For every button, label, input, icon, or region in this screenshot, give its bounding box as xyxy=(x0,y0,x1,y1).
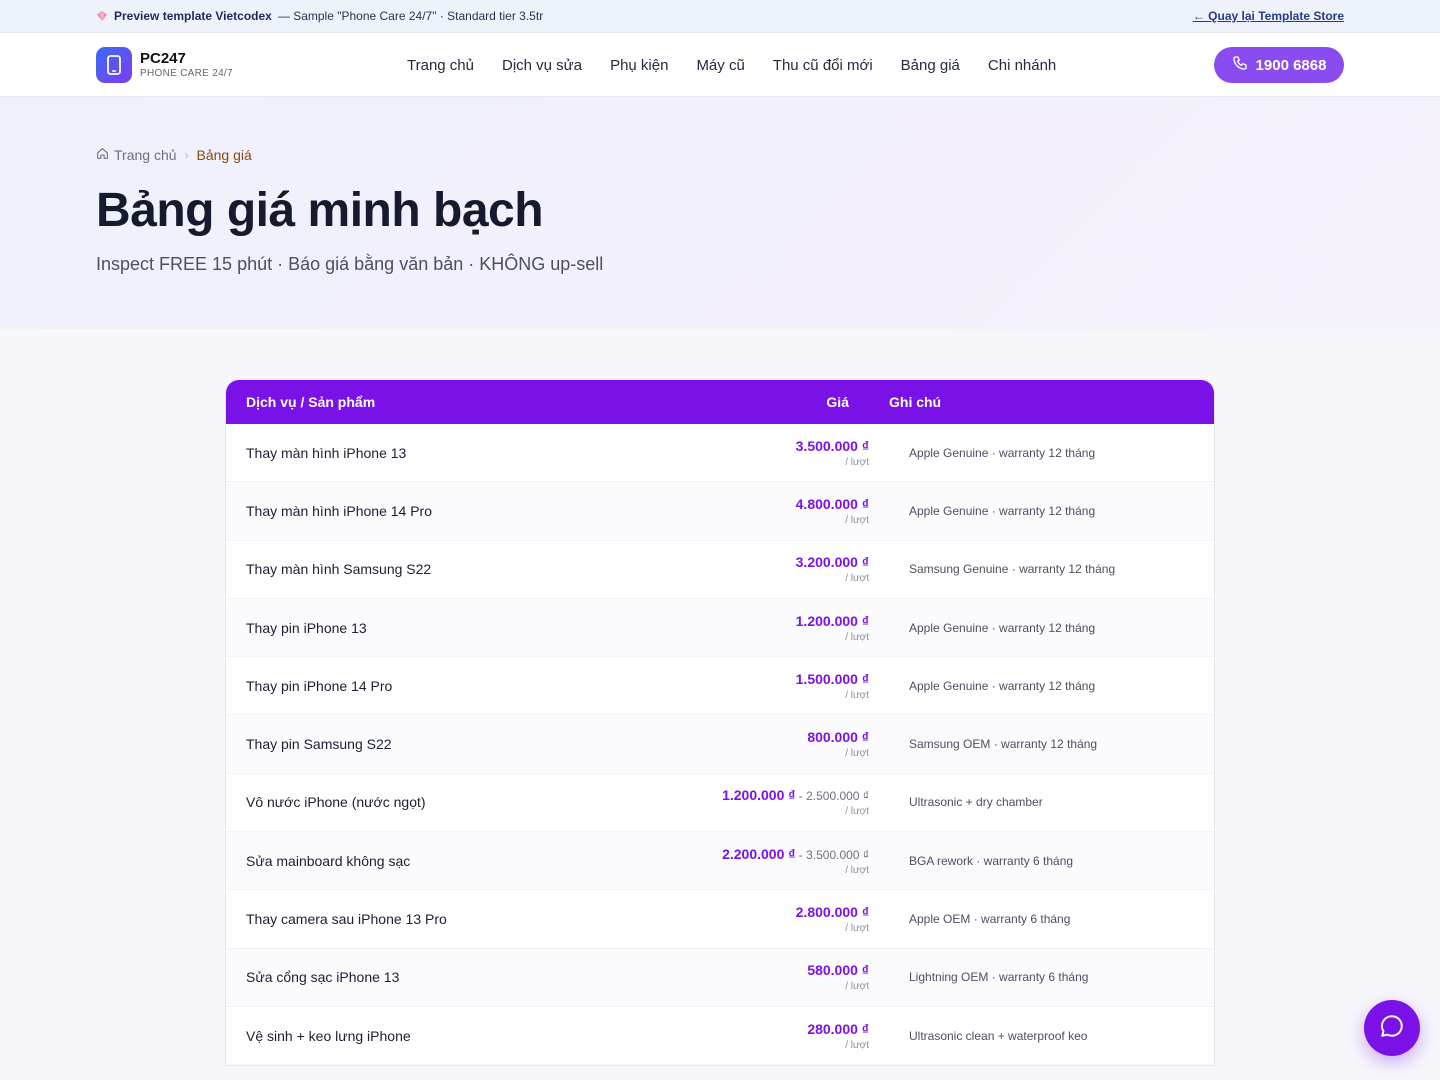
table-row: Sửa cổng sạc iPhone 13 580.000 ₫ / lượt L… xyxy=(226,948,1214,1007)
nav-menu: Trang chủ Dịch vụ sửa Phụ kiện Máy cũ Th… xyxy=(407,33,1056,97)
chat-bubble-icon xyxy=(1379,1013,1405,1044)
phone-number: 1900 6868 xyxy=(1255,56,1327,74)
header-price: Giá xyxy=(826,394,849,410)
row-note: Lightning OEM · warranty 6 tháng xyxy=(909,970,1089,985)
row-note: Apple OEM · warranty 6 tháng xyxy=(909,912,1071,927)
phone-icon xyxy=(1232,55,1248,75)
table-row: Sửa mainboard không sạc 2.200.000 ₫ - 3.… xyxy=(226,832,1214,891)
nav-item-used-phones[interactable]: Máy cũ xyxy=(696,57,744,74)
call-phone-button[interactable]: 1900 6868 xyxy=(1214,47,1344,83)
table-row: Thay màn hình Samsung S22 3.200.000 ₫ / l… xyxy=(226,541,1214,599)
row-service: Thay pin iPhone 14 Pro xyxy=(246,677,393,694)
breadcrumb-current: Bảng giá xyxy=(196,147,252,163)
brand-logo[interactable]: PC247 PHONE CARE 24/7 xyxy=(96,46,396,83)
nav-item-accessories[interactable]: Phụ kiện xyxy=(610,57,668,74)
preview-info: Preview template Vietcodex — Sample "Pho… xyxy=(96,9,543,23)
hero-section: Trang chủ › Bảng giá Bảng giá minh bạch … xyxy=(0,97,1440,329)
header-note: Ghi chú xyxy=(889,394,942,410)
table-row: Vô nước iPhone (nước ngọt) 1.200.000 ₫ -… xyxy=(226,774,1214,833)
row-note: BGA rework · warranty 6 tháng xyxy=(909,853,1074,868)
brand-name: PC247 xyxy=(140,49,186,67)
back-to-store-link[interactable]: ← Quay lại Template Store xyxy=(1193,9,1344,23)
row-note: Ultrasonic + dry chamber xyxy=(909,795,1043,810)
preview-topbar: Preview template Vietcodex — Sample "Pho… xyxy=(0,0,1440,33)
table-row: Thay pin iPhone 13 1.200.000 ₫ / lượt App… xyxy=(226,598,1214,658)
row-note: Apple Genuine · warranty 12 tháng xyxy=(909,503,1096,518)
nav-item-trade-in[interactable]: Thu cũ đổi mới xyxy=(773,57,873,74)
table-row: Vệ sinh + keo lưng iPhone 280.000 ₫ / lượ… xyxy=(226,1007,1214,1066)
page-title: Bảng giá minh bạch xyxy=(96,184,544,237)
row-service: Thay pin Samsung S22 xyxy=(246,736,392,753)
row-note: Samsung Genuine · warranty 12 tháng xyxy=(909,562,1116,577)
row-note: Ultrasonic clean + waterproof keo xyxy=(909,1028,1088,1043)
table-row: Thay màn hình iPhone 13 3.500.000 ₫ / lượ… xyxy=(226,424,1214,483)
row-service: Sửa mainboard không sạc xyxy=(246,852,411,869)
page-subtitle: Inspect FREE 15 phút · Báo giá bằng văn … xyxy=(96,254,604,274)
breadcrumb: Trang chủ › Bảng giá xyxy=(96,147,1344,163)
nav-item-pricing[interactable]: Bảng giá xyxy=(901,57,960,74)
chat-button[interactable] xyxy=(1364,1000,1420,1056)
row-service: Thay màn hình iPhone 13 xyxy=(246,444,407,461)
main-nav: PC247 PHONE CARE 24/7 Trang chủ Dịch vụ … xyxy=(0,33,1440,97)
price-table: Dịch vụ / Sản phẩm Giá Ghi chú Thay màn … xyxy=(225,379,1215,1067)
preview-label: Preview template Vietcodex xyxy=(114,9,272,23)
row-note: Samsung OEM · warranty 12 tháng xyxy=(909,737,1098,752)
row-note: Apple Genuine · warranty 12 tháng xyxy=(909,445,1096,460)
table-row: Thay màn hình iPhone 14 Pro 4.800.000 ₫ /… xyxy=(226,482,1214,541)
preview-desc: — Sample "Phone Care 24/7" · Standard ti… xyxy=(277,9,544,23)
breadcrumb-home-label: Trang chủ xyxy=(114,147,177,163)
gem-icon xyxy=(96,10,108,22)
row-note: Apple Genuine · warranty 12 tháng xyxy=(909,620,1096,635)
row-service: Sửa cổng sạc iPhone 13 xyxy=(246,969,400,986)
row-service: Vệ sinh + keo lưng iPhone xyxy=(246,1027,411,1044)
row-service: Thay màn hình Samsung S22 xyxy=(246,561,432,578)
phone-logo-icon xyxy=(96,46,132,83)
row-note: Apple Genuine · warranty 12 tháng xyxy=(909,678,1096,693)
table-row: Thay pin Samsung S22 800.000 ₫ / lượt Sam… xyxy=(226,715,1214,774)
nav-item-branches[interactable]: Chi nhánh xyxy=(988,57,1056,74)
table-body: Thay màn hình iPhone 13 3.500.000 ₫ / lượ… xyxy=(226,424,1214,1066)
nav-item-home[interactable]: Trang chủ xyxy=(407,57,474,74)
nav-item-repair[interactable]: Dịch vụ sửa xyxy=(502,57,582,74)
row-service: Thay camera sau iPhone 13 Pro xyxy=(246,911,447,928)
home-icon xyxy=(96,147,109,163)
table-row: Thay pin iPhone 14 Pro 1.500.000 ₫ / lượt… xyxy=(226,657,1214,716)
table-row: Thay camera sau iPhone 13 Pro 2.800.000 … xyxy=(226,890,1214,949)
table-header: Dịch vụ / Sản phẩm Giá Ghi chú xyxy=(226,380,1214,424)
row-service: Thay pin iPhone 13 xyxy=(246,619,367,636)
brand-tagline: PHONE CARE 24/7 xyxy=(140,67,233,79)
chevron-right-icon: › xyxy=(184,148,189,162)
row-service: Thay màn hình iPhone 14 Pro xyxy=(246,502,433,519)
breadcrumb-home[interactable]: Trang chủ xyxy=(96,147,177,163)
row-service: Vô nước iPhone (nước ngọt) xyxy=(246,794,426,811)
